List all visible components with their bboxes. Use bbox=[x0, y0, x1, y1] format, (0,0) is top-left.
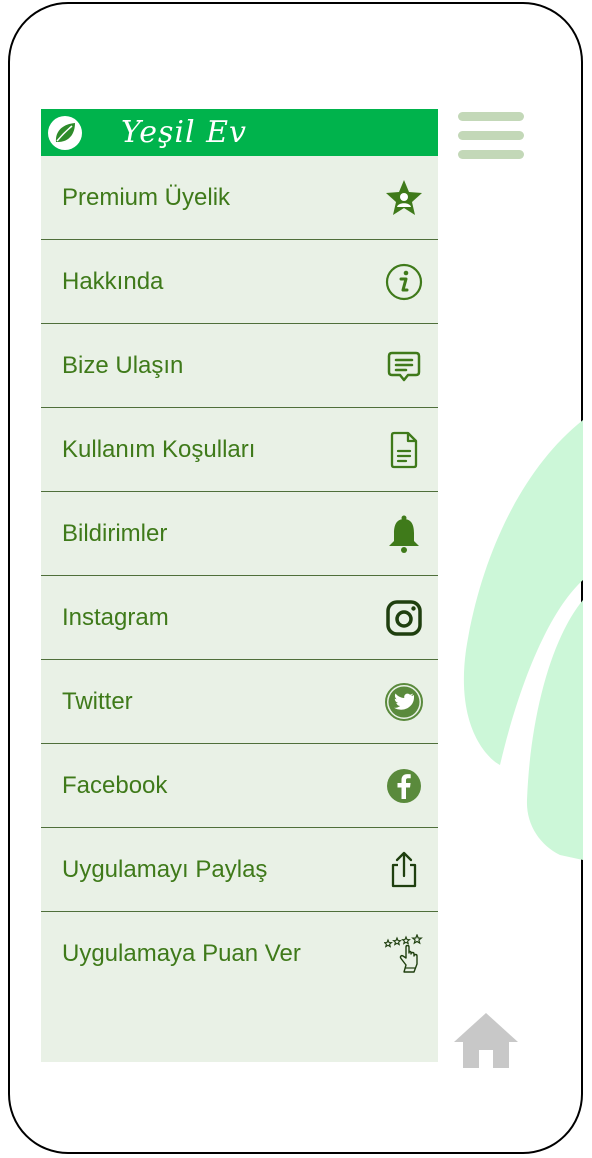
leaf-icon bbox=[48, 116, 82, 150]
info-icon bbox=[384, 262, 424, 302]
menu-item-twitter[interactable]: Twitter bbox=[41, 660, 438, 744]
menu-item-label: Uygulamayı Paylaş bbox=[62, 855, 268, 883]
hamburger-bar bbox=[458, 131, 524, 140]
menu-item-label: Uygulamaya Puan Ver bbox=[62, 940, 301, 967]
menu-item-terms[interactable]: Kullanım Koşulları bbox=[41, 408, 438, 492]
menu-item-label: Hakkında bbox=[62, 267, 164, 295]
menu-item-label: Kullanım Koşulları bbox=[62, 435, 256, 463]
twitter-icon bbox=[384, 682, 424, 722]
premium-star-user-icon bbox=[384, 178, 424, 218]
menu-item-label: Bildirimler bbox=[62, 519, 168, 547]
hamburger-bar bbox=[458, 112, 524, 121]
menu-item-contact[interactable]: Bize Ulaşın bbox=[41, 324, 438, 408]
menu-item-about[interactable]: Hakkında bbox=[41, 240, 438, 324]
rate-stars-icon bbox=[384, 934, 424, 974]
menu-item-share[interactable]: Uygulamayı Paylaş bbox=[41, 828, 438, 912]
document-icon bbox=[384, 430, 424, 470]
drawer-header: Yeşil Ev bbox=[41, 109, 438, 156]
menu-list: Premium Üyelik Hakkında Bize Ulaşın Kull… bbox=[41, 156, 438, 996]
menu-item-rate[interactable]: Uygulamaya Puan Ver bbox=[41, 912, 438, 996]
share-icon bbox=[384, 850, 424, 890]
menu-item-label: Bize Ulaşın bbox=[62, 351, 184, 379]
navigation-drawer: Yeşil Ev Premium Üyelik Hakkında Bize Ul… bbox=[41, 109, 438, 1062]
bell-icon bbox=[384, 514, 424, 554]
message-icon bbox=[384, 346, 424, 386]
menu-item-facebook[interactable]: Facebook bbox=[41, 744, 438, 828]
menu-item-label: Facebook bbox=[62, 771, 168, 799]
menu-item-premium[interactable]: Premium Üyelik bbox=[41, 156, 438, 240]
menu-item-notifications[interactable]: Bildirimler bbox=[41, 492, 438, 576]
menu-item-instagram[interactable]: Instagram bbox=[41, 576, 438, 660]
app-title: Yeşil Ev bbox=[121, 115, 247, 150]
menu-item-label: Twitter bbox=[62, 687, 133, 715]
facebook-icon bbox=[384, 766, 424, 806]
instagram-icon bbox=[384, 598, 424, 638]
menu-item-label: Premium Üyelik bbox=[62, 183, 231, 211]
hamburger-bar bbox=[458, 150, 524, 159]
hamburger-menu-icon[interactable] bbox=[458, 112, 524, 160]
home-icon[interactable] bbox=[452, 1010, 520, 1070]
menu-item-label: Instagram bbox=[62, 603, 169, 631]
